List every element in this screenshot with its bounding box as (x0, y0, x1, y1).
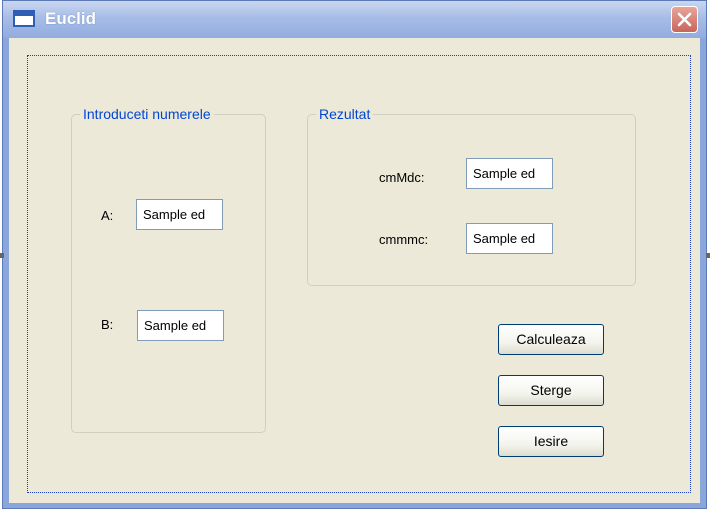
close-button[interactable] (671, 6, 698, 33)
result-group-legend: Rezultat (316, 106, 374, 122)
resize-handle-left[interactable] (0, 253, 4, 258)
b-input[interactable]: Sample ed (137, 310, 224, 341)
window-icon (13, 10, 35, 27)
clear-button[interactable]: Sterge (498, 375, 604, 406)
close-icon (677, 12, 692, 27)
window-title: Euclid (45, 9, 97, 28)
a-label: A: (101, 208, 114, 223)
calculate-button[interactable]: Calculeaza (498, 324, 604, 355)
cmmmc-label: cmmmc: (379, 232, 429, 247)
client-area: Introduceti numerele A: Sample ed B: Sam… (9, 38, 700, 503)
input-groupbox: Introduceti numerele A: Sample ed B: Sam… (71, 106, 266, 433)
cmmdc-label: cmMdc: (379, 170, 425, 185)
exit-button[interactable]: Iesire (498, 426, 604, 457)
b-label: B: (101, 317, 114, 332)
input-group-legend: Introduceti numerele (80, 106, 214, 122)
title-bar[interactable]: Euclid (3, 1, 706, 38)
resize-handle-right[interactable] (706, 253, 710, 258)
a-input[interactable]: Sample ed (136, 199, 223, 230)
result-groupbox: Rezultat cmMdc: Sample ed cmmmc: Sample … (307, 106, 636, 286)
app-window: Euclid Introduceti numerele A: Sample ed… (2, 0, 707, 509)
cmmdc-output[interactable]: Sample ed (466, 158, 553, 189)
cmmmc-output[interactable]: Sample ed (466, 223, 553, 254)
